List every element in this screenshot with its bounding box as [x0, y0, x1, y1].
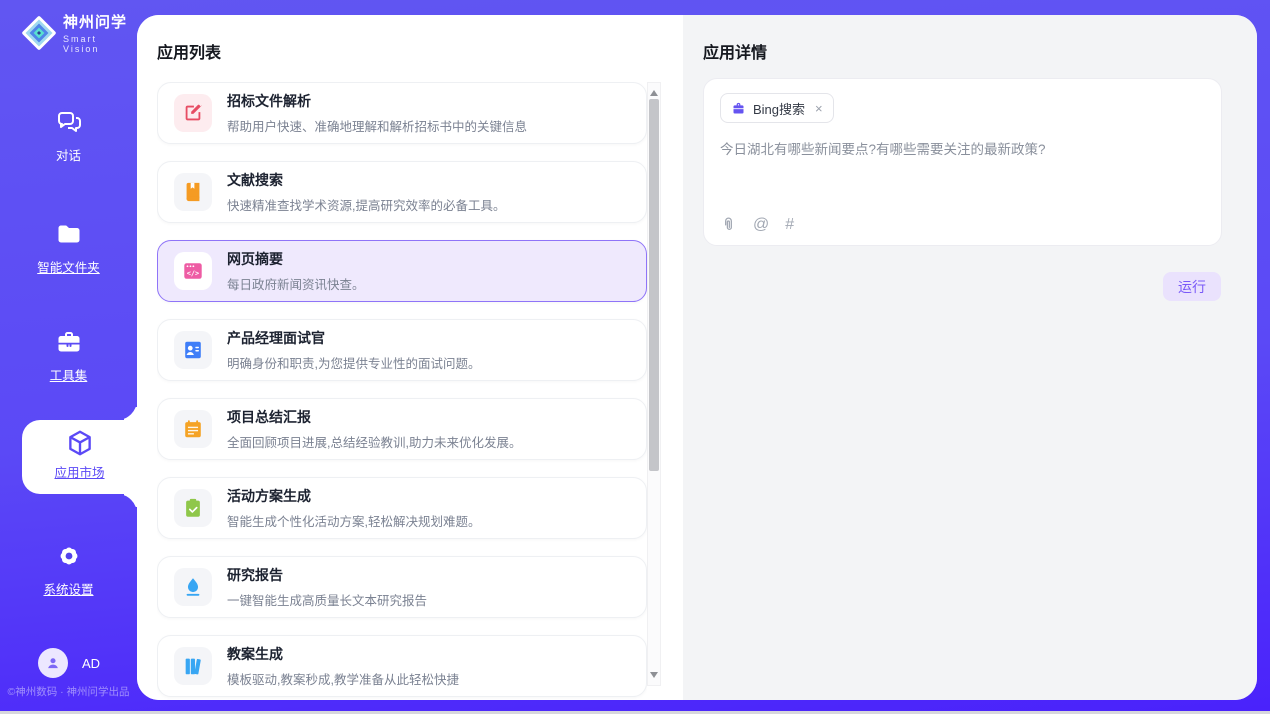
prompt-card: Bing搜索 × 今日湖北有哪些新闻要点?有哪些需要关注的最新政策? @ # — [703, 78, 1222, 246]
prompt-input[interactable]: 今日湖北有哪些新闻要点?有哪些需要关注的最新政策? — [720, 140, 1205, 160]
app-card-desc: 每日政府新闻资讯快查。 — [227, 274, 365, 293]
prompt-toolbar: @ # — [720, 216, 794, 233]
toolbox-icon — [0, 328, 137, 358]
chat-icon — [0, 108, 137, 138]
user-name: AD — [82, 656, 100, 671]
avatar — [38, 648, 68, 678]
scrollbar-down-arrow[interactable] — [648, 673, 660, 685]
app-list: 招标文件解析 帮助用户快速、准确地理解和解析招标书中的关键信息 文献搜索 — [157, 82, 647, 700]
app-card-title: 文献搜索 — [227, 170, 505, 190]
app-card-title: 产品经理面试官 — [227, 328, 480, 348]
brand-diamond-icon — [18, 12, 60, 54]
app-list-panel: 应用列表 招标文件解析 帮助用户快速、准确地理解和解析招标书中的关键信息 — [137, 15, 683, 700]
sidebar-item-label: 应用市场 — [22, 462, 137, 481]
user-chip[interactable]: AD — [38, 648, 100, 678]
copyright-text: ©神州数码 · 神州问学出品 — [0, 684, 137, 699]
tool-tag-bing-search[interactable]: Bing搜索 × — [720, 93, 834, 123]
sidebar-item-label: 系统设置 — [0, 579, 137, 598]
sidebar-item-toolset[interactable]: 工具集 — [0, 328, 137, 384]
hash-icon[interactable]: # — [785, 216, 794, 233]
brand-subtitle: Smart Vision — [63, 34, 137, 54]
sidebar-item-chat[interactable]: 对话 — [0, 108, 137, 164]
briefcase-icon — [731, 101, 746, 116]
app-card-desc: 一键智能生成高质量长文本研究报告 — [227, 590, 427, 609]
app-card-desc: 模板驱动,教案秒成,教学准备从此轻松快捷 — [227, 669, 459, 688]
app-card-title: 活动方案生成 — [227, 486, 480, 506]
app-list-scrollbar[interactable] — [647, 82, 661, 686]
at-icon[interactable]: @ — [753, 216, 769, 233]
app-list-title: 应用列表 — [157, 39, 221, 63]
app-card-web-summary[interactable]: </> 网页摘要 每日政府新闻资讯快查。 — [157, 240, 647, 302]
web-code-icon: </> — [174, 252, 212, 290]
paperclip-icon[interactable] — [720, 216, 737, 233]
app-card-title: 教案生成 — [227, 644, 459, 664]
sidebar-item-label: 智能文件夹 — [0, 257, 137, 276]
sidebar: 神州问学 Smart Vision 对话 智能文件夹 — [0, 0, 137, 711]
app-card-desc: 明确身份和职责,为您提供专业性的面试问题。 — [227, 353, 480, 372]
report-note-icon — [174, 410, 212, 448]
app-card-title: 研究报告 — [227, 565, 427, 585]
app-card-research-report[interactable]: 研究报告 一键智能生成高质量长文本研究报告 — [157, 556, 647, 618]
brand-text: 神州问学 Smart Vision — [63, 11, 137, 54]
app-card-desc: 帮助用户快速、准确地理解和解析招标书中的关键信息 — [227, 116, 527, 135]
tool-tag-close-icon[interactable]: × — [815, 101, 823, 116]
sidebar-item-app-market[interactable]: 应用市场 — [22, 420, 137, 494]
svg-text:</>: </> — [187, 270, 199, 278]
scrollbar-up-arrow[interactable] — [648, 83, 660, 95]
interviewer-icon — [174, 331, 212, 369]
app-detail-title: 应用详情 — [703, 39, 767, 63]
clipboard-check-icon — [174, 489, 212, 527]
sidebar-item-label: 工具集 — [0, 365, 137, 384]
tool-tag-label: Bing搜索 — [753, 99, 805, 118]
scrollbar-thumb[interactable] — [649, 99, 659, 471]
book-icon — [174, 173, 212, 211]
app-card-desc: 智能生成个性化活动方案,轻松解决规划难题。 — [227, 511, 480, 530]
app-detail-panel: 应用详情 Bing搜索 × 今日湖北有哪些新闻要点?有哪些需要关注的最新政策? — [683, 15, 1257, 700]
sidebar-item-smart-folder[interactable]: 智能文件夹 — [0, 220, 137, 276]
app-card-pm-interviewer[interactable]: 产品经理面试官 明确身份和职责,为您提供专业性的面试问题。 — [157, 319, 647, 381]
app-card-literature-search[interactable]: 文献搜索 快速精准查找学术资源,提高研究效率的必备工具。 — [157, 161, 647, 223]
books-icon — [174, 647, 212, 685]
app-card-desc: 全面回顾项目进展,总结经验教训,助力未来优化发展。 — [227, 432, 521, 451]
cube-icon — [22, 428, 137, 458]
app-card-title: 项目总结汇报 — [227, 407, 521, 427]
ink-icon — [174, 568, 212, 606]
sidebar-item-settings[interactable]: 系统设置 — [0, 542, 137, 598]
app-card-bid-parse[interactable]: 招标文件解析 帮助用户快速、准确地理解和解析招标书中的关键信息 — [157, 82, 647, 144]
run-button[interactable]: 运行 — [1163, 272, 1221, 301]
edit-doc-icon — [174, 94, 212, 132]
app-window: 神州问学 Smart Vision 对话 智能文件夹 — [0, 0, 1270, 711]
brand-name: 神州问学 — [63, 14, 127, 31]
content-area: 应用列表 招标文件解析 帮助用户快速、准确地理解和解析招标书中的关键信息 — [137, 15, 1257, 700]
sidebar-item-label: 对话 — [0, 145, 137, 164]
app-card-lesson-plan[interactable]: 教案生成 模板驱动,教案秒成,教学准备从此轻松快捷 — [157, 635, 647, 697]
app-card-desc: 快速精准查找学术资源,提高研究效率的必备工具。 — [227, 195, 505, 214]
app-card-event-plan[interactable]: 活动方案生成 智能生成个性化活动方案,轻松解决规划难题。 — [157, 477, 647, 539]
brand-logo: 神州问学 Smart Vision — [18, 11, 137, 54]
app-card-project-summary[interactable]: 项目总结汇报 全面回顾项目进展,总结经验教训,助力未来优化发展。 — [157, 398, 647, 460]
gear-icon — [0, 542, 137, 572]
app-card-title: 网页摘要 — [227, 249, 365, 269]
app-card-title: 招标文件解析 — [227, 91, 527, 111]
folder-icon — [0, 220, 137, 250]
